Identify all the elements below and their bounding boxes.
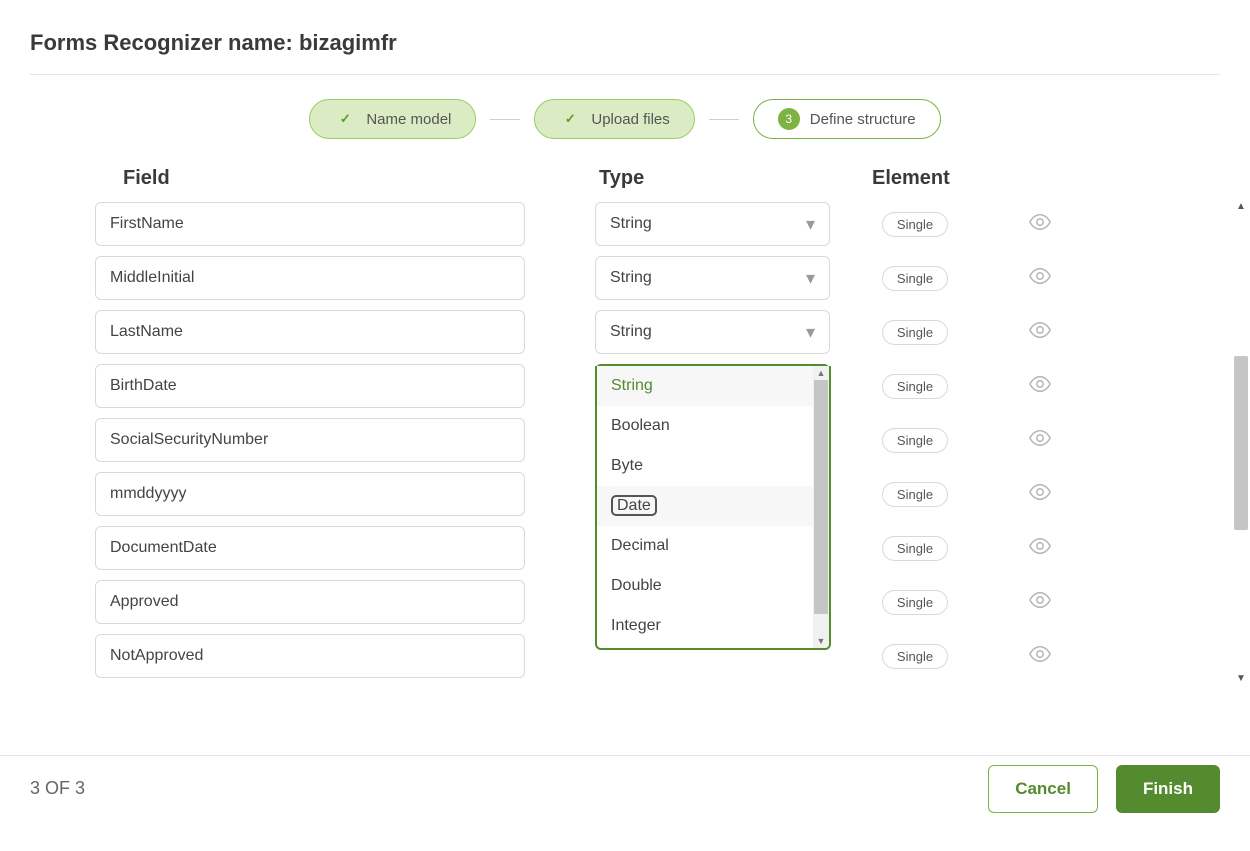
table-row: MiddleInitial String ▾ Single xyxy=(95,256,1155,300)
dropdown-option[interactable]: Boolean xyxy=(597,406,829,446)
element-pill[interactable]: Single xyxy=(882,374,948,399)
eye-icon[interactable] xyxy=(1029,376,1051,397)
field-input[interactable]: MiddleInitial xyxy=(95,256,525,300)
type-select[interactable]: String ▾ xyxy=(595,310,830,354)
element-pill[interactable]: Single xyxy=(882,428,948,453)
stepper: ✓ Name model ✓ Upload files 3 Define str… xyxy=(30,99,1220,139)
field-input[interactable]: BirthDate xyxy=(95,364,525,408)
table-row: LastName String ▾ Single xyxy=(95,310,1155,354)
chevron-down-icon: ▾ xyxy=(806,322,815,343)
step-label: Upload files xyxy=(591,111,669,128)
element-pill[interactable]: Single xyxy=(882,590,948,615)
eye-icon[interactable] xyxy=(1029,538,1051,559)
field-input[interactable]: Approved xyxy=(95,580,525,624)
dropdown-option[interactable]: Integer xyxy=(597,606,829,646)
eye-icon[interactable] xyxy=(1029,322,1051,343)
columns-header: Field Type Element xyxy=(95,167,1155,202)
finish-button[interactable]: Finish xyxy=(1116,765,1220,813)
eye-icon[interactable] xyxy=(1029,430,1051,451)
step-label: Define structure xyxy=(810,111,916,128)
field-input[interactable]: FirstName xyxy=(95,202,525,246)
element-pill[interactable]: Single xyxy=(882,536,948,561)
step-number-badge: 3 xyxy=(778,108,800,130)
dropdown-scrollbar[interactable]: ▲ ▼ xyxy=(813,366,829,648)
eye-icon[interactable] xyxy=(1029,484,1051,505)
type-select[interactable]: String ▾ xyxy=(595,256,830,300)
scroll-down-icon[interactable]: ▼ xyxy=(813,634,829,648)
step-count: 3 OF 3 xyxy=(30,778,85,799)
page-scrollbar[interactable]: ▲ ▼ xyxy=(1232,198,1250,686)
column-header-field: Field xyxy=(99,167,529,190)
title-prefix: Forms Recognizer name: xyxy=(30,30,299,55)
dropdown-option[interactable]: Decimal xyxy=(597,526,829,566)
structure-table: Field Type Element FirstName String ▾ Singl… xyxy=(95,167,1155,678)
field-input[interactable]: mmddyyyy xyxy=(95,472,525,516)
scroll-thumb[interactable] xyxy=(1234,356,1248,530)
element-pill[interactable]: Single xyxy=(882,320,948,345)
dropdown-option[interactable]: Double xyxy=(597,566,829,606)
column-header-element: Element xyxy=(834,167,1004,190)
dropdown-option[interactable]: Date xyxy=(597,486,829,526)
element-pill[interactable]: Single xyxy=(882,482,948,507)
type-value: String xyxy=(610,269,652,287)
eye-icon[interactable] xyxy=(1029,646,1051,667)
page-title: Forms Recognizer name: bizagimfr xyxy=(30,30,1220,75)
eye-icon[interactable] xyxy=(1029,268,1051,289)
field-input[interactable]: SocialSecurityNumber xyxy=(95,418,525,462)
column-header-type: Type xyxy=(599,167,834,190)
element-pill[interactable]: Single xyxy=(882,644,948,669)
check-icon: ✓ xyxy=(559,108,581,130)
dropdown-option[interactable]: Byte xyxy=(597,446,829,486)
eye-icon[interactable] xyxy=(1029,592,1051,613)
scroll-up-icon[interactable]: ▲ xyxy=(1232,198,1250,214)
step-connector xyxy=(709,119,739,120)
check-icon: ✓ xyxy=(334,108,356,130)
table-row: FirstName String ▾ Single xyxy=(95,202,1155,246)
type-select[interactable]: String ▾ xyxy=(595,202,830,246)
step-define-structure[interactable]: 3 Define structure xyxy=(753,99,941,139)
step-name-model[interactable]: ✓ Name model xyxy=(309,99,476,139)
type-value: String xyxy=(610,323,652,341)
dropdown-option[interactable]: String xyxy=(597,366,829,406)
field-input[interactable]: NotApproved xyxy=(95,634,525,678)
chevron-down-icon: ▾ xyxy=(806,268,815,289)
element-pill[interactable]: Single xyxy=(882,266,948,291)
type-value: String xyxy=(610,215,652,233)
chevron-down-icon: ▾ xyxy=(806,214,815,235)
step-upload-files[interactable]: ✓ Upload files xyxy=(534,99,694,139)
step-connector xyxy=(490,119,520,120)
field-input[interactable]: DocumentDate xyxy=(95,526,525,570)
eye-icon[interactable] xyxy=(1029,214,1051,235)
scroll-thumb[interactable] xyxy=(814,380,828,614)
cancel-button[interactable]: Cancel xyxy=(988,765,1098,813)
type-dropdown-panel: StringBooleanByteDateDecimalDoubleIntege… xyxy=(595,366,831,650)
step-label: Name model xyxy=(366,111,451,128)
field-input[interactable]: LastName xyxy=(95,310,525,354)
element-pill[interactable]: Single xyxy=(882,212,948,237)
title-value: bizagimfr xyxy=(299,30,397,55)
scroll-down-icon[interactable]: ▼ xyxy=(1232,670,1250,686)
footer: 3 OF 3 Cancel Finish xyxy=(0,755,1250,821)
scroll-up-icon[interactable]: ▲ xyxy=(813,366,829,380)
